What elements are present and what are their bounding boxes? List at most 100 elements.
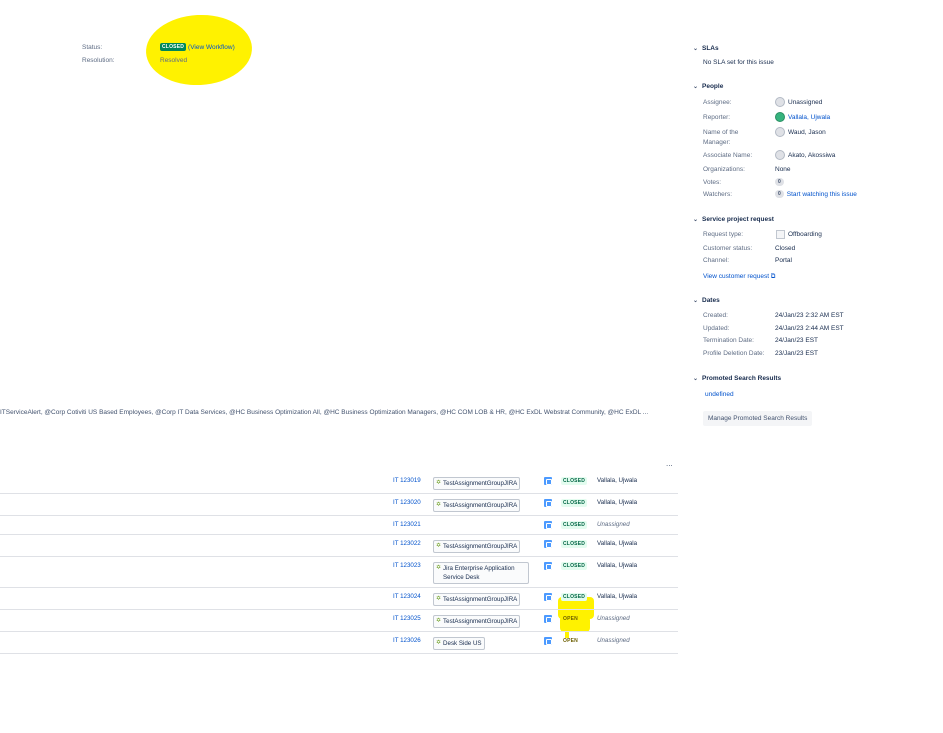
issue-key-link[interactable]: IT 123020: [393, 499, 421, 506]
subtask-type-icon: [544, 615, 552, 623]
service-request-header[interactable]: ⌄ Service project request: [693, 216, 774, 223]
group-cell: ✡ Desk Side US: [430, 631, 538, 654]
status-badge[interactable]: CLOSED: [561, 521, 588, 529]
status-badge[interactable]: OPEN: [561, 615, 580, 623]
reporter-value[interactable]: Vallala, Ujwala: [775, 112, 830, 122]
assignee-label: Assignee:: [703, 99, 732, 106]
avatar: [775, 97, 785, 107]
status-cell: CLOSED: [558, 515, 594, 535]
request-participants: ITServiceAlert, @Corp Cotiviti US Based …: [0, 409, 649, 416]
status-cell: OPEN: [558, 631, 594, 654]
orgs-label: Organizations:: [703, 166, 745, 173]
updated-value: 24/Jan/23 2:44 AM EST: [775, 325, 844, 332]
promoted-header[interactable]: ⌄ Promoted Search Results: [693, 375, 781, 382]
status-cell: CLOSED: [558, 587, 594, 610]
channel-value: Portal: [775, 257, 792, 264]
issue-key-link[interactable]: IT 123026: [393, 637, 421, 644]
issue-key-link[interactable]: IT 123021: [393, 521, 421, 528]
assignment-group-label: Jira Enterprise Application Service Desk: [443, 565, 515, 581]
type-cell: [538, 515, 558, 535]
request-type-icon: [776, 230, 785, 239]
manager-value[interactable]: Waud, Jason: [775, 127, 826, 137]
group-cell: ✡ TestAssignmentGroupJIRA: [430, 534, 538, 557]
group-cell: [430, 515, 538, 535]
customer-status-value: Closed: [775, 245, 796, 252]
status-cell: OPEN: [558, 609, 594, 632]
status-cell: CLOSED: [558, 556, 594, 588]
group-icon: ✡: [436, 565, 442, 571]
votes-value[interactable]: 0: [775, 178, 784, 186]
type-cell: [538, 472, 558, 494]
assignment-group-chip: ✡ TestAssignmentGroupJIRA: [433, 540, 521, 553]
manager-label-1: Name of the: [703, 129, 739, 136]
assignment-group-chip: ✡ Desk Side US: [433, 637, 485, 650]
termination-value: 24/Jan/23 EST: [775, 337, 818, 344]
start-watching-link[interactable]: Start watching this issue: [787, 191, 857, 198]
group-icon: ✡: [436, 480, 442, 486]
assignment-group-label: TestAssignmentGroupJIRA: [443, 596, 518, 603]
slas-empty: No SLA set for this issue: [703, 59, 774, 66]
key-cell: IT 123022: [390, 534, 430, 557]
status-badge[interactable]: CLOSED: [561, 562, 588, 570]
spacer-cell: [0, 556, 390, 588]
assignee-cell: Vallala, Ujwala: [594, 556, 678, 588]
view-workflow-link[interactable]: (View Workflow): [188, 44, 235, 51]
assignee-cell: Unassigned: [594, 515, 678, 535]
assignment-group-label: TestAssignmentGroupJIRA: [443, 618, 518, 625]
dates-header[interactable]: ⌄ Dates: [693, 297, 720, 304]
issue-key-link[interactable]: IT 123025: [393, 615, 421, 622]
assignee-name: Vallala, Ujwala: [597, 593, 638, 600]
status-badge[interactable]: CLOSED: [561, 540, 588, 548]
status-row: CLOSED (View Workflow): [160, 43, 235, 51]
status-badge[interactable]: OPEN: [561, 637, 580, 645]
assignment-group-label: TestAssignmentGroupJIRA: [443, 543, 518, 550]
manage-promoted-button[interactable]: Manage Promoted Search Results: [703, 411, 813, 426]
assignment-group-chip: ✡ TestAssignmentGroupJIRA: [433, 499, 521, 512]
assignee-value[interactable]: Unassigned: [775, 97, 822, 107]
table-row[interactable]: IT 123024 ✡ TestAssignmentGroupJIRA CLOSE…: [0, 587, 678, 610]
orgs-value: None: [775, 166, 791, 173]
group-cell: ✡ TestAssignmentGroupJIRA: [430, 609, 538, 632]
associate-value[interactable]: Akato, Akossiwa: [775, 150, 835, 160]
issue-key-link[interactable]: IT 123023: [393, 562, 421, 569]
table-row[interactable]: IT 123025 ✡ TestAssignmentGroupJIRA OPEN …: [0, 609, 678, 632]
key-cell: IT 123019: [390, 472, 430, 494]
view-customer-request-link[interactable]: View customer request ⧉: [703, 273, 775, 281]
table-row[interactable]: IT 123019 ✡ TestAssignmentGroupJIRA CLOSE…: [0, 472, 678, 494]
table-row[interactable]: IT 123022 ✡ TestAssignmentGroupJIRA CLOSE…: [0, 534, 678, 557]
more-actions-button[interactable]: ...: [666, 459, 673, 468]
issue-key-link[interactable]: IT 123024: [393, 593, 421, 600]
assignment-group-chip: ✡ Jira Enterprise Application Service Des…: [433, 562, 529, 584]
table-row[interactable]: IT 123020 ✡ TestAssignmentGroupJIRA CLOSE…: [0, 493, 678, 516]
assignee-cell: Vallala, Ujwala: [594, 493, 678, 516]
spacer-cell: [0, 631, 390, 654]
spacer-cell: [0, 534, 390, 557]
group-icon: ✡: [436, 502, 442, 508]
created-value: 24/Jan/23 2:32 AM EST: [775, 312, 844, 319]
watchers-label: Watchers:: [703, 191, 733, 198]
issue-key-link[interactable]: IT 123019: [393, 477, 421, 484]
avatar: [775, 150, 785, 160]
assignee-name: Vallala, Ujwala: [597, 540, 638, 547]
subtask-type-icon: [544, 562, 552, 570]
status-badge[interactable]: CLOSED: [561, 477, 588, 485]
watchers-value: 0 Start watching this issue: [775, 190, 857, 198]
table-row[interactable]: IT 123023 ✡ Jira Enterprise Application S…: [0, 556, 678, 588]
people-header[interactable]: ⌄ People: [693, 83, 723, 90]
assignee-name: Vallala, Ujwala: [597, 562, 638, 569]
assignment-group-chip: ✡ TestAssignmentGroupJIRA: [433, 477, 521, 490]
group-cell: ✡ TestAssignmentGroupJIRA: [430, 493, 538, 516]
spacer-cell: [0, 609, 390, 632]
table-row[interactable]: IT 123021 CLOSED Unassigned: [0, 515, 678, 535]
issue-key-link[interactable]: IT 123022: [393, 540, 421, 547]
status-badge[interactable]: CLOSED: [561, 499, 588, 507]
slas-header[interactable]: ⌄ SLAs: [693, 45, 719, 52]
assignee-cell: Unassigned: [594, 631, 678, 654]
key-cell: IT 123023: [390, 556, 430, 588]
profile-deletion-value: 23/Jan/23 EST: [775, 350, 818, 357]
table-row[interactable]: IT 123026 ✡ Desk Side US OPEN Unassigned: [0, 631, 678, 654]
votes-label: Votes:: [703, 179, 722, 186]
subtasks-table: IT 123019 ✡ TestAssignmentGroupJIRA CLOSE…: [0, 472, 678, 654]
status-badge[interactable]: CLOSED: [561, 593, 588, 601]
key-cell: IT 123025: [390, 609, 430, 632]
